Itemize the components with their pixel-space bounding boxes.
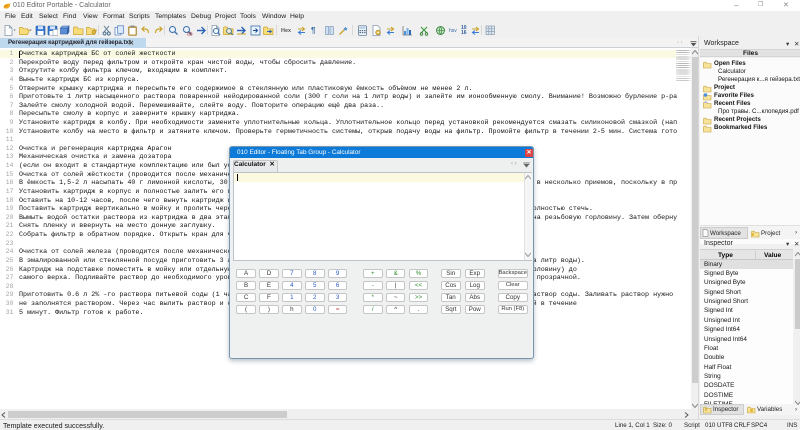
svg-text:ab: ab xyxy=(187,32,193,37)
